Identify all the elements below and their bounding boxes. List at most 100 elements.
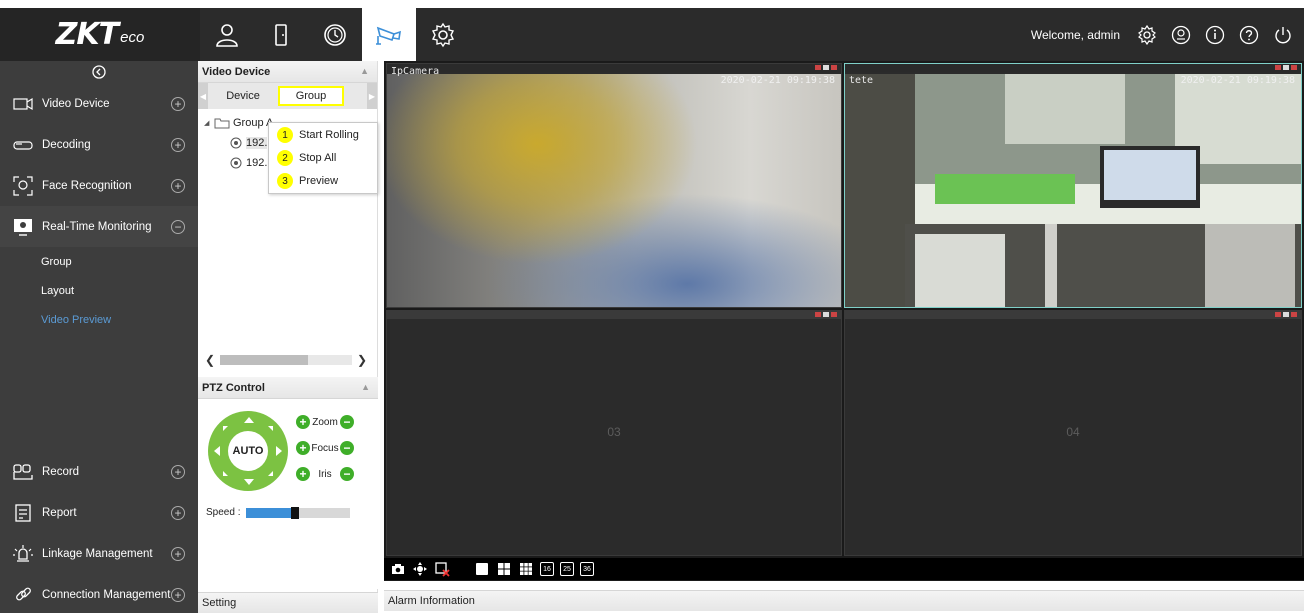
gear-icon — [431, 22, 455, 47]
speed-slider-handle[interactable] — [291, 506, 300, 519]
pan-right-icon[interactable] — [276, 446, 282, 456]
record-indicator-icon[interactable] — [1275, 65, 1281, 70]
ptz-toggle-icon[interactable] — [412, 561, 428, 577]
setting-label: Setting — [202, 597, 237, 609]
video-cell-3[interactable]: 03 — [386, 310, 842, 556]
sidebar-collapse-toggle[interactable] — [0, 61, 198, 83]
layout-4-icon[interactable] — [496, 561, 512, 577]
tab-scroll-right-icon[interactable]: ▶ — [367, 83, 377, 109]
layout-9-icon[interactable] — [518, 561, 534, 577]
audio-icon[interactable] — [1283, 312, 1289, 317]
expand-icon[interactable]: + — [171, 97, 185, 111]
record-indicator-icon[interactable] — [1275, 312, 1281, 317]
ptz-direction-wheel[interactable]: AUTO — [208, 411, 288, 491]
nav-attendance[interactable] — [308, 8, 362, 61]
settings-icon[interactable] — [1136, 24, 1158, 46]
speed-slider[interactable] — [246, 506, 351, 519]
ptz-title: PTZ Control — [202, 381, 265, 394]
expand-icon[interactable]: + — [171, 547, 185, 561]
pan-up-right-icon[interactable] — [268, 426, 273, 431]
menu-preview[interactable]: 3 Preview — [269, 170, 377, 192]
pan-up-left-icon[interactable] — [223, 426, 228, 431]
collapse-caret-icon[interactable]: ▲ — [360, 66, 369, 76]
iris-open-button[interactable]: + — [296, 467, 310, 481]
sidebar-sub-video-preview[interactable]: Video Preview — [0, 305, 198, 334]
record-indicator-icon[interactable] — [815, 312, 821, 317]
menu-start-rolling[interactable]: 1 Start Rolling — [269, 124, 377, 146]
step-badge: 3 — [277, 173, 293, 189]
zoom-out-button[interactable]: − — [340, 415, 354, 429]
audio-icon[interactable] — [823, 65, 829, 70]
user-circle-icon[interactable] — [1170, 24, 1192, 46]
power-icon[interactable] — [1272, 24, 1294, 46]
scroll-thumb[interactable] — [220, 355, 308, 365]
sidebar-item-real-time-monitoring[interactable]: Real-Time Monitoring − — [0, 206, 198, 247]
video-cell-strip — [387, 64, 841, 72]
sidebar-sub-group[interactable]: Group — [0, 247, 198, 276]
face-recognition-icon — [12, 175, 34, 197]
tab-scroll-left-icon[interactable]: ◀ — [198, 83, 208, 109]
help-icon[interactable] — [1238, 24, 1260, 46]
ptz-auto-button[interactable]: AUTO — [228, 431, 268, 471]
setting-bar[interactable]: Setting — [198, 592, 378, 613]
menu-label: Start Rolling — [299, 129, 359, 141]
close-stream-icon[interactable] — [1291, 65, 1297, 70]
tree-expand-icon[interactable]: ◢ — [204, 119, 214, 127]
layout-1-icon[interactable] — [474, 561, 490, 577]
close-stream-icon[interactable] — [1291, 312, 1297, 317]
stop-all-preview-icon[interactable] — [434, 561, 450, 577]
sidebar-item-report[interactable]: Report + — [0, 492, 198, 533]
pan-left-icon[interactable] — [214, 446, 220, 456]
scroll-left-icon[interactable]: ❮ — [202, 353, 218, 367]
expand-icon[interactable]: + — [171, 588, 185, 602]
video-cell-2[interactable]: tete 2020-02-21 09:19:38 — [844, 63, 1302, 308]
layout-16-button[interactable]: 16 — [540, 562, 554, 576]
zoom-in-button[interactable]: + — [296, 415, 310, 429]
collapse-icon[interactable]: − — [171, 220, 185, 234]
sidebar-item-record[interactable]: Record + — [0, 451, 198, 492]
sidebar-item-linkage-management[interactable]: Linkage Management + — [0, 533, 198, 574]
sidebar-bottom-group: Record + Report + Linkage Management + C… — [0, 451, 198, 613]
menu-stop-all[interactable]: 2 Stop All — [269, 147, 377, 169]
alarm-information-bar[interactable]: Alarm Information — [384, 590, 1304, 611]
collapse-caret-icon[interactable]: ▲ — [361, 382, 370, 392]
close-stream-icon[interactable] — [831, 312, 837, 317]
nav-access[interactable] — [254, 8, 308, 61]
tree-horizontal-scrollbar[interactable]: ❮ ❯ — [202, 353, 370, 367]
pan-down-left-icon[interactable] — [223, 471, 228, 476]
expand-icon[interactable]: + — [171, 465, 185, 479]
snapshot-icon[interactable] — [390, 561, 406, 577]
close-stream-icon[interactable] — [831, 65, 837, 70]
sidebar-item-connection-management[interactable]: Connection Management + — [0, 574, 198, 613]
layout-36-button[interactable]: 36 — [580, 562, 594, 576]
focus-in-button[interactable]: + — [296, 441, 310, 455]
tab-group[interactable]: Group — [278, 86, 344, 106]
video-cell-1[interactable]: IpCamera 2020-02-21 09:19:38 — [386, 63, 842, 308]
sidebar-item-decoding[interactable]: Decoding + — [0, 124, 198, 165]
sidebar-item-video-device[interactable]: Video Device + — [0, 83, 198, 124]
video-cell-4[interactable]: 04 — [844, 310, 1302, 556]
audio-icon[interactable] — [823, 312, 829, 317]
info-icon[interactable] — [1204, 24, 1226, 46]
pan-down-right-icon[interactable] — [268, 471, 273, 476]
record-indicator-icon[interactable] — [815, 65, 821, 70]
scroll-right-icon[interactable]: ❯ — [354, 353, 370, 367]
logo: ZKT eco — [0, 8, 200, 61]
expand-icon[interactable]: + — [171, 138, 185, 152]
nav-system[interactable] — [416, 8, 470, 61]
pan-down-icon[interactable] — [244, 479, 254, 485]
focus-out-button[interactable]: − — [340, 441, 354, 455]
expand-icon[interactable]: + — [171, 506, 185, 520]
expand-icon[interactable]: + — [171, 179, 185, 193]
pan-up-icon[interactable] — [244, 417, 254, 423]
layout-25-button[interactable]: 25 — [560, 562, 574, 576]
sidebar-item-face-recognition[interactable]: Face Recognition + — [0, 165, 198, 206]
sidebar-item-label: Record — [42, 465, 80, 478]
scroll-track[interactable] — [220, 355, 352, 365]
nav-video[interactable] — [362, 8, 416, 61]
audio-icon[interactable] — [1283, 65, 1289, 70]
nav-personnel[interactable] — [200, 8, 254, 61]
tab-device[interactable]: Device — [210, 86, 276, 106]
iris-close-button[interactable]: − — [340, 467, 354, 481]
sidebar-sub-layout[interactable]: Layout — [0, 276, 198, 305]
